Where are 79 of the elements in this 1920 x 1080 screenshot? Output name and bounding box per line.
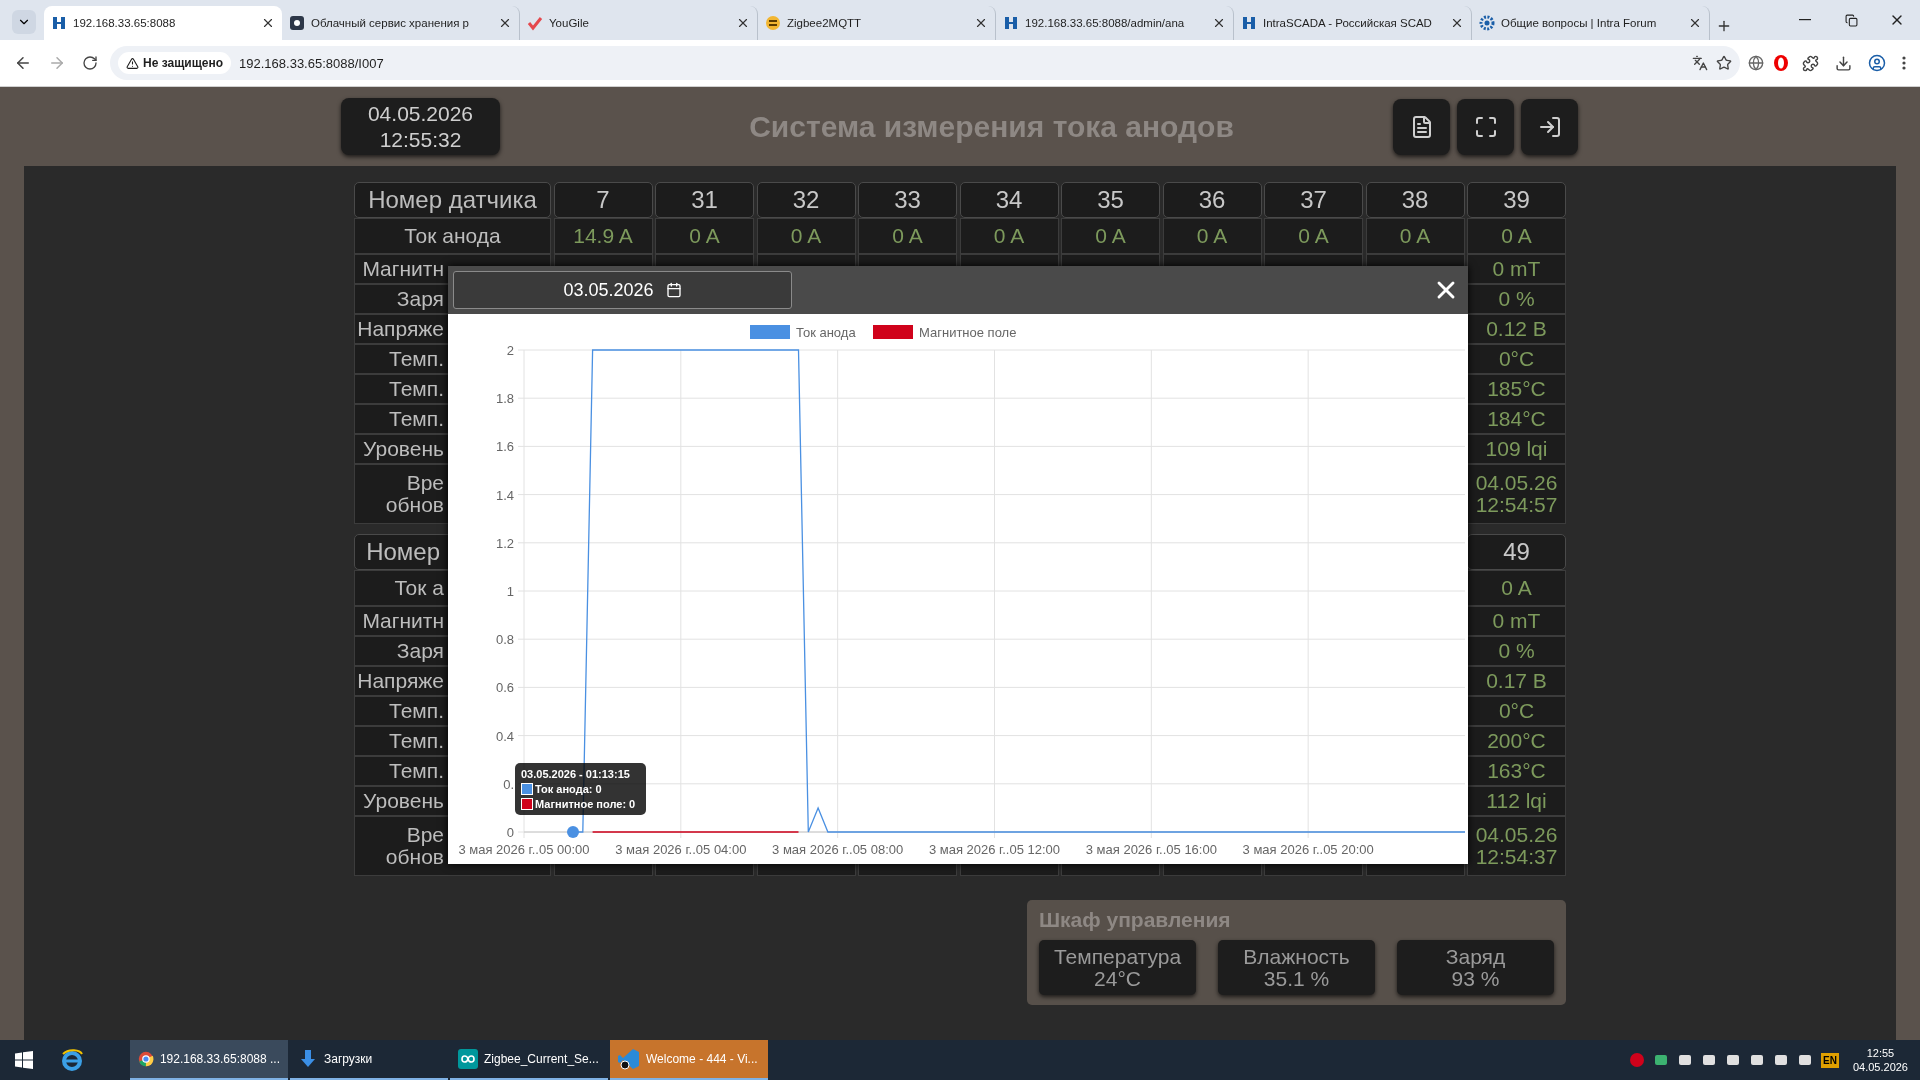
legend-label: Магнитное поле — [919, 325, 1017, 340]
page-title: Система измерения тока анодов — [748, 109, 1235, 144]
value-cell: 0 A — [1162, 218, 1262, 254]
y-tick-label: 0 — [506, 825, 514, 840]
value-cell: 0.17 В — [1467, 666, 1566, 696]
taskbar-clock[interactable]: 12:55 04.05.2026 — [1846, 1046, 1914, 1074]
row-label: Ток анода — [354, 218, 551, 254]
taskbar-item[interactable]: Welcome - 444 - Vi... — [610, 1040, 768, 1080]
sensor-number: 33 — [858, 182, 957, 218]
legend-label: Ток анода — [796, 325, 857, 340]
language-indicator[interactable]: EN — [1821, 1052, 1839, 1068]
sensor-number: 39 — [1467, 182, 1566, 218]
reading-value: 35.1 % — [1263, 967, 1330, 990]
date-field[interactable]: 03.05.2026 — [453, 271, 792, 309]
legend-item[interactable]: Ток анода — [750, 325, 856, 340]
reading-value: 24°C — [1094, 967, 1141, 990]
sensor-number: 49 — [1467, 534, 1566, 570]
x-tick-label: 3 мая 2026 г..05 20:00 — [1242, 842, 1374, 857]
value-cell: 109 lqi — [1467, 434, 1566, 464]
value-cell: 0 A — [959, 218, 1059, 254]
x-tick-label: 3 мая 2026 г..05 08:00 — [772, 842, 904, 857]
sensor-number: 37 — [1264, 182, 1363, 218]
value-cell: 0 A — [655, 218, 754, 254]
security-chip[interactable]: Не защищено — [118, 52, 232, 74]
value-cell: 0 A — [1467, 570, 1566, 606]
reading-label: Заряд — [1445, 945, 1506, 968]
value-cell: 0 A — [1061, 218, 1160, 254]
value-cell: 0 A — [1467, 218, 1566, 254]
value-cell: 112 lqi — [1467, 786, 1566, 816]
y-tick-label: 1.4 — [495, 487, 514, 503]
value-cell: 0 A — [1264, 218, 1363, 254]
taskbar-item[interactable]: 192.168.33.65:8088 ... — [130, 1040, 288, 1080]
address-bar[interactable]: Не защищено 192.168.33.65:8088/I007 — [110, 46, 1740, 80]
y-tick-label: 1.2 — [495, 535, 514, 551]
taskbar-item[interactable]: Загрузки — [290, 1040, 448, 1080]
value-cell: 0 % — [1467, 284, 1566, 314]
y-tick-label: 0.4 — [495, 728, 514, 744]
time-text: 12:55:32 — [379, 126, 462, 153]
legend-item[interactable]: Магнитное поле — [873, 325, 1017, 340]
value-cell: 0 A — [1365, 218, 1465, 254]
sensor-number: 36 — [1162, 182, 1262, 218]
reading-label: Влажность — [1243, 945, 1350, 968]
value-cell: 0 % — [1467, 636, 1566, 666]
sensor-number: 7 — [553, 182, 653, 218]
taskbar-item[interactable]: Zigbee_Current_Se... — [450, 1040, 608, 1080]
y-tick-label: 1.6 — [495, 439, 514, 455]
date-text: 04.05.2026 — [367, 100, 474, 127]
value-cell: 0 A — [858, 218, 957, 254]
sensor-number: 31 — [655, 182, 754, 218]
y-tick-label: 1 — [506, 584, 514, 599]
y-tick-label: 1.8 — [495, 391, 514, 407]
value-cell: 14.9 A — [553, 218, 653, 254]
value-cell: 0°C — [1467, 696, 1566, 726]
value-cell: 0 mT — [1467, 254, 1566, 284]
panel-title: Шкаф управления — [1039, 908, 1232, 932]
value-cell: 0°C — [1467, 344, 1566, 374]
sensor-number: 34 — [959, 182, 1059, 218]
x-tick-label: 3 мая 2026 г..05 12:00 — [928, 842, 1061, 857]
value-cell: 200°C — [1467, 726, 1566, 756]
value-cell: 185°C — [1467, 374, 1566, 404]
reading-value: 93 % — [1451, 967, 1500, 990]
y-tick-label: 2 — [506, 343, 514, 358]
value-cell: 04.05.26 12:54:57 — [1467, 464, 1566, 524]
header-cell: Номер датчика — [354, 182, 551, 218]
sensor-number: 32 — [756, 182, 856, 218]
sensor-number: 38 — [1365, 182, 1465, 218]
url-text: 192.168.33.65:8088/I007 — [239, 55, 385, 71]
value-cell: 0.12 В — [1467, 314, 1566, 344]
browser-tab[interactable]: 192.168.33.65:8088 — [44, 6, 282, 40]
value-cell: 0 mT — [1467, 606, 1566, 636]
reading-label: Температура — [1053, 945, 1182, 968]
sensor-number: 35 — [1061, 182, 1160, 218]
value-cell: 0 A — [756, 218, 856, 254]
value-cell: 04.05.26 12:54:37 — [1467, 816, 1566, 876]
x-tick-label: 3 мая 2026 г..05 04:00 — [615, 842, 747, 857]
value-cell: 184°C — [1467, 404, 1566, 434]
x-tick-label: 3 мая 2026 г..05 16:00 — [1085, 842, 1217, 857]
y-tick-label: 0.6 — [495, 680, 514, 696]
value-cell: 163°C — [1467, 756, 1566, 786]
